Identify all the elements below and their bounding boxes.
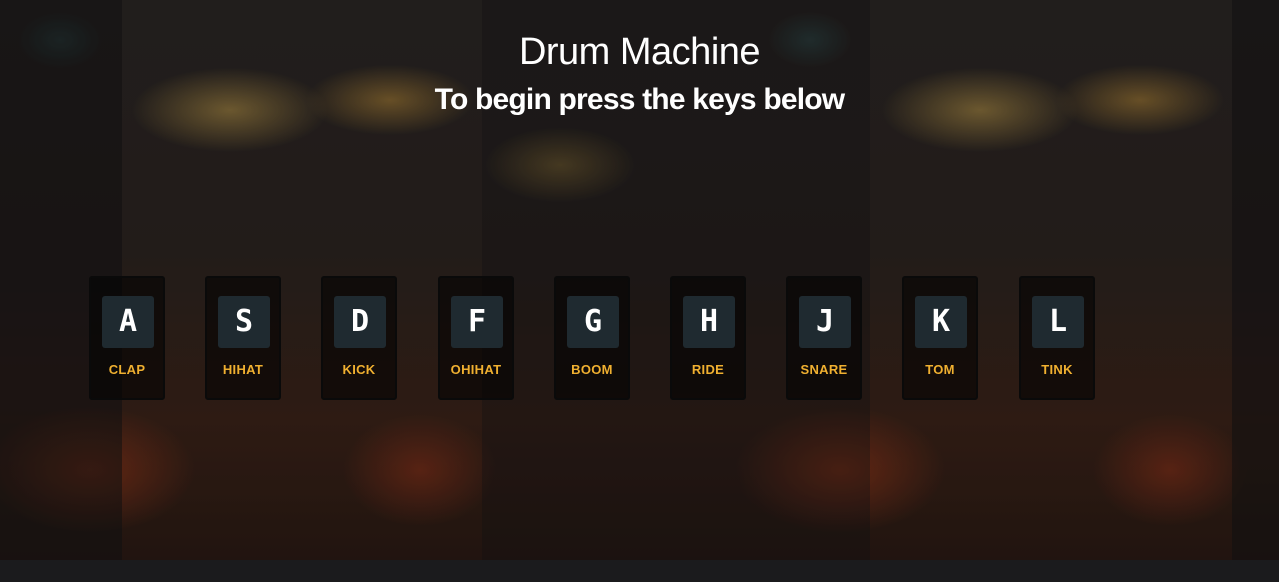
key-letter: F [451,296,503,348]
key-sound-label: SNARE [800,362,848,377]
key-sound-label: KICK [342,362,376,377]
drum-key-tom[interactable]: K TOM [902,276,978,400]
drum-key-boom[interactable]: G BOOM [554,276,630,400]
key-sound-label: RIDE [691,362,725,377]
drum-keys: A CLAP S HIHAT D KICK F OHIHAT G BOOM H … [0,276,1279,404]
header: Drum Machine To begin press the keys bel… [0,28,1279,120]
drum-machine-page: Drum Machine To begin press the keys bel… [0,0,1279,582]
page-subtitle: To begin press the keys below [434,83,846,116]
key-letter: J [799,296,851,348]
key-letter: G [567,296,619,348]
key-sound-label: TINK [1041,362,1073,377]
key-sound-label: OHIHAT [450,362,502,377]
key-letter: K [915,296,967,348]
key-letter: H [683,296,735,348]
drum-key-snare[interactable]: J SNARE [786,276,862,400]
key-letter: L [1032,296,1084,348]
page-title: Drum Machine [518,31,761,73]
drum-key-ohihat[interactable]: F OHIHAT [438,276,514,400]
key-letter: D [334,296,386,348]
key-letter: S [218,296,270,348]
key-sound-label: TOM [925,362,955,377]
drum-key-clap[interactable]: A CLAP [89,276,165,400]
key-sound-label: CLAP [108,362,146,377]
drum-key-kick[interactable]: D KICK [321,276,397,400]
key-sound-label: BOOM [571,362,613,377]
drum-key-tink[interactable]: L TINK [1019,276,1095,400]
drum-key-ride[interactable]: H RIDE [670,276,746,400]
drum-key-hihat[interactable]: S HIHAT [205,276,281,400]
page-footer-strip [0,560,1279,582]
key-letter: A [102,296,154,348]
key-sound-label: HIHAT [222,362,264,377]
